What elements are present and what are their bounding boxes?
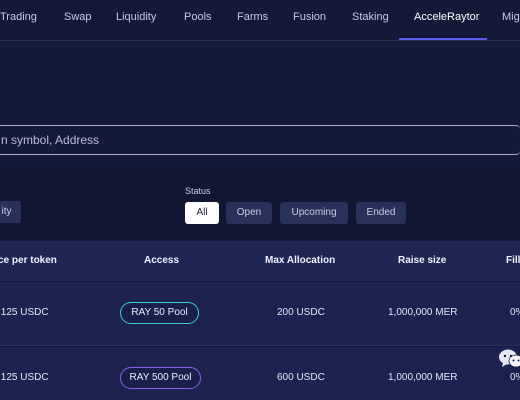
nav-item-migrate[interactable]: Mig <box>502 0 520 40</box>
price-cell: .125 USDC <box>0 372 49 383</box>
top-nav: Trading Swap Liquidity Pools Farms Fusio… <box>0 0 520 41</box>
nav-item-acceleraytor[interactable]: AcceleRaytor <box>414 0 479 40</box>
nav-item-farms[interactable]: Farms <box>237 0 268 40</box>
raise-size-cell: 1,000,000 MER <box>388 307 458 318</box>
search-placeholder: n symbol, Address <box>1 133 100 147</box>
col-raise-size: Raise size <box>398 255 447 266</box>
fill-cell: 0% <box>510 307 520 318</box>
col-access: Access <box>144 255 180 266</box>
wechat-icon <box>499 349 520 368</box>
col-max-allocation: Max Allocation <box>265 255 336 266</box>
col-filled: Fill <box>506 255 520 266</box>
nav-item-swap[interactable]: Swap <box>64 0 92 40</box>
fill-cell: 0% <box>510 372 520 383</box>
active-tab-indicator <box>399 38 487 40</box>
pool-type-chip[interactable]: ity <box>0 201 21 223</box>
nav-item-staking[interactable]: Staking <box>352 0 389 40</box>
col-price-per-token: ce per token <box>0 255 57 266</box>
status-all-button[interactable]: All <box>185 202 219 224</box>
nav-item-liquidity[interactable]: Liquidity <box>116 0 156 40</box>
max-allocation-cell: 200 USDC <box>277 307 325 318</box>
raise-size-cell: 1,000,000 MER <box>388 372 458 383</box>
status-label: Status <box>185 186 211 196</box>
status-open-button[interactable]: Open <box>226 202 272 224</box>
status-ended-button[interactable]: Ended <box>356 202 406 224</box>
access-badge: RAY 500 Pool <box>120 367 201 389</box>
nav-item-trading[interactable]: Trading <box>0 0 37 40</box>
access-badge: RAY 50 Pool <box>120 302 199 324</box>
nav-item-fusion[interactable]: Fusion <box>293 0 326 40</box>
max-allocation-cell: 600 USDC <box>277 372 325 383</box>
row-divider <box>0 345 520 346</box>
status-upcoming-button[interactable]: Upcoming <box>280 202 348 224</box>
search-input[interactable]: n symbol, Address <box>0 125 520 155</box>
price-cell: .125 USDC <box>0 307 49 318</box>
nav-item-pools[interactable]: Pools <box>184 0 212 40</box>
